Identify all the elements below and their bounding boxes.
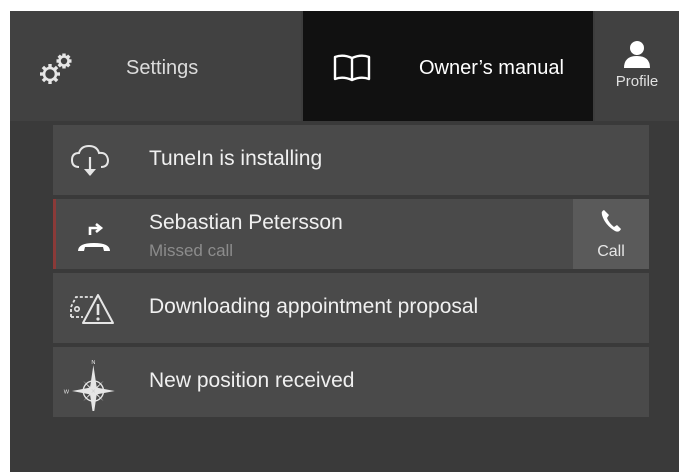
phone-icon <box>601 210 621 232</box>
call-button[interactable]: Call <box>573 199 649 269</box>
caller-name: Sebastian Petersson <box>149 211 343 234</box>
person-icon <box>624 41 650 68</box>
tab-owners-manual[interactable]: Owner’s manual <box>303 11 593 121</box>
notification-title: New position received <box>149 369 355 392</box>
call-label: Call <box>597 243 625 260</box>
car-warning-icon <box>70 294 114 324</box>
notification-title: Downloading appointment proposal <box>149 295 479 318</box>
tab-settings[interactable]: Settings <box>10 11 301 121</box>
notification-list: TuneIn is installing Sebastian Petersson… <box>53 125 649 421</box>
notification-tunein[interactable]: TuneIn is installing <box>53 125 649 195</box>
notification-missed-call[interactable]: Sebastian Petersson Missed call Call <box>53 199 649 269</box>
center-display: Settings Owner’s manual Profile TuneIn i… <box>10 11 679 472</box>
owners-manual-label: Owner’s manual <box>419 57 564 79</box>
cloud-download-icon <box>70 144 110 176</box>
missed-call-icon <box>78 222 110 251</box>
notification-appointment[interactable]: Downloading appointment proposal <box>53 273 649 343</box>
profile-label: Profile <box>615 73 659 90</box>
gears-icon <box>40 53 72 84</box>
top-bar: Settings Owner’s manual Profile <box>10 11 679 121</box>
compass-rose-icon: N S W E <box>64 360 115 411</box>
notification-position[interactable]: N S W E New position received <box>53 347 649 417</box>
tab-profile[interactable]: Profile <box>595 11 679 121</box>
settings-label: Settings <box>126 57 199 79</box>
missed-call-subtitle: Missed call <box>149 241 234 260</box>
svg-text:W: W <box>64 389 70 395</box>
svg-text:N: N <box>91 360 95 366</box>
notification-title: TuneIn is installing <box>149 147 323 170</box>
book-icon <box>333 54 371 82</box>
